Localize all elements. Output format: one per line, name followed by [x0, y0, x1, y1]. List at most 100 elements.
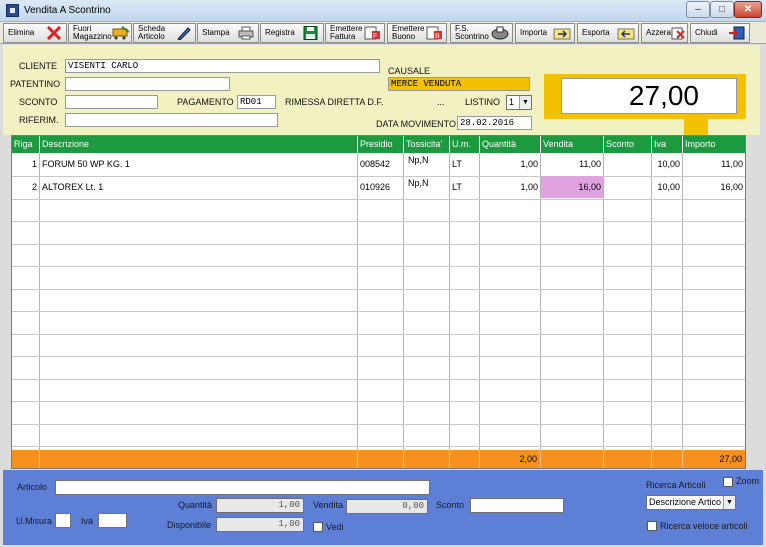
chiudi-button[interactable]: Chiudi: [690, 23, 750, 43]
cell-importo[interactable]: 16,00: [685, 177, 743, 197]
col-header-riga[interactable]: Riga: [12, 136, 40, 153]
articolo-field[interactable]: [55, 480, 430, 495]
sconto-bottom-field[interactable]: [470, 498, 564, 513]
row-divider: [12, 424, 745, 425]
cell-descrizione[interactable]: FORUM 50 WP KG. 1: [42, 154, 352, 174]
ricerca-articoli-select[interactable]: Descrizione Artico ▼: [646, 495, 736, 510]
importa-label: Importa: [520, 28, 548, 37]
riferim-label: RIFERIM.: [19, 115, 59, 125]
toolbar: Elimina Fuori Magazzino Scheda Articolo …: [0, 22, 766, 44]
emettere-buono-label: Emettere Buono: [392, 24, 425, 41]
fuori-magazzino-label: Fuori Magazzino: [73, 24, 112, 41]
listino-label: LISTINO: [465, 97, 501, 107]
cell-tossicita[interactable]: Np,N: [408, 173, 448, 193]
vedi-label: Vedi: [326, 522, 344, 532]
patentino-label: PATENTINO: [10, 79, 61, 89]
cell-importo[interactable]: 11,00: [685, 154, 743, 174]
col-header-presidio[interactable]: Presidio: [358, 136, 404, 153]
listino-value: 1: [509, 97, 515, 107]
azzera-button[interactable]: Azzera: [641, 23, 688, 43]
row-divider: [12, 199, 745, 200]
emettere-fattura-button[interactable]: Emettere Fattura F: [325, 23, 385, 43]
cell-quantita[interactable]: 1,00: [482, 177, 538, 197]
col-header-vendita[interactable]: Vendita: [541, 136, 604, 153]
esporta-button[interactable]: Esporta: [577, 23, 639, 43]
ricerca-veloce-label: Ricerca veloce articoli: [660, 521, 748, 531]
data-movimento-label: DATA MOVIMENTO: [376, 119, 457, 129]
iva-field[interactable]: [98, 513, 127, 528]
cell-sconto[interactable]: [606, 177, 649, 197]
articolo-label: Articolo: [17, 482, 48, 492]
title-bar: Vendita A Scontrino – □ ✕: [0, 0, 766, 22]
cell-quantita[interactable]: 1,00: [482, 154, 538, 174]
registra-label: Registra: [265, 28, 295, 37]
cell-descrizione[interactable]: ALTOREX Lt. 1: [42, 177, 352, 197]
listino-select[interactable]: 1 ▼: [506, 95, 532, 110]
stampa-button[interactable]: Stampa: [197, 23, 259, 43]
vendita-label: Vendita: [313, 500, 344, 510]
emettere-buono-button[interactable]: Emettere Buono B: [387, 23, 447, 43]
row-divider: [12, 221, 745, 222]
cliente-field[interactable]: VISENTI CARLO: [65, 59, 380, 73]
zoom-checkbox[interactable]: [723, 477, 733, 487]
fuori-magazzino-button[interactable]: Fuori Magazzino: [68, 23, 132, 43]
quantita-field[interactable]: 1,00: [216, 498, 304, 513]
col-header-iva[interactable]: Iva: [652, 136, 683, 153]
svg-text:B: B: [435, 33, 440, 40]
items-grid[interactable]: Riga Descrizione Presidio Tossicita' U.m…: [11, 135, 746, 469]
cell-presidio[interactable]: 008542: [360, 154, 402, 174]
col-header-sconto[interactable]: Sconto: [604, 136, 652, 153]
cell-iva[interactable]: 10,00: [654, 177, 680, 197]
sconto-field[interactable]: [65, 95, 158, 109]
total-panel-tab: [684, 119, 708, 136]
receipt-icon: [491, 26, 509, 40]
stampa-label: Stampa: [202, 28, 230, 37]
col-header-importo[interactable]: Importo: [683, 136, 745, 153]
row-divider: [12, 446, 745, 447]
cell-vendita[interactable]: 11,00: [543, 154, 601, 174]
cell-tossicita[interactable]: Np,N: [408, 150, 448, 170]
row-divider: [12, 266, 745, 267]
edit-icon: [174, 26, 192, 41]
cell-riga[interactable]: 2: [12, 177, 37, 197]
causale-field[interactable]: MERCE VENDUTA: [388, 77, 530, 91]
row-divider: [12, 334, 745, 335]
maximize-button[interactable]: □: [710, 1, 734, 18]
fs-scontrino-button[interactable]: F.S. Scontrino: [450, 23, 513, 43]
col-header-quantita[interactable]: Quantità: [480, 136, 541, 153]
close-window-button[interactable]: ✕: [734, 1, 762, 18]
vendita-field[interactable]: 0,00: [346, 499, 428, 514]
zoom-label: Zoom: [736, 476, 760, 486]
cell-iva[interactable]: 10,00: [654, 154, 680, 174]
pagamento-lookup-button[interactable]: ...: [437, 97, 445, 107]
row-divider: [12, 379, 745, 380]
cell-um[interactable]: LT: [452, 154, 478, 174]
disponibile-label: Disponibile: [167, 520, 212, 530]
minimize-button[interactable]: –: [686, 1, 710, 18]
printer-icon: [237, 26, 255, 40]
patentino-field[interactable]: [65, 77, 230, 91]
col-header-um[interactable]: U.m.: [450, 136, 480, 153]
col-header-descrizione[interactable]: Descrizione: [40, 136, 358, 153]
exit-icon: [728, 26, 746, 40]
data-movimento-field[interactable]: 28.02.2016: [457, 116, 532, 130]
scheda-articolo-button[interactable]: Scheda Articolo: [133, 23, 196, 43]
cell-sconto[interactable]: [606, 154, 649, 174]
row-divider: [12, 401, 745, 402]
riferim-field[interactable]: [65, 113, 278, 127]
cell-vendita[interactable]: 16,00: [543, 177, 601, 197]
importa-button[interactable]: Importa: [515, 23, 575, 43]
row-divider: [12, 311, 745, 312]
esporta-label: Esporta: [582, 28, 610, 37]
umisura-field[interactable]: [55, 513, 71, 528]
cell-riga[interactable]: 1: [12, 154, 37, 174]
cell-um[interactable]: LT: [452, 177, 478, 197]
pagamento-code-field[interactable]: RD01: [237, 95, 276, 109]
registra-button[interactable]: Registra: [260, 23, 324, 43]
emettere-fattura-label: Emettere Fattura: [330, 24, 363, 41]
elimina-button[interactable]: Elimina: [3, 23, 67, 43]
row-divider: [12, 289, 745, 290]
ricerca-veloce-checkbox[interactable]: [647, 521, 657, 531]
vedi-checkbox[interactable]: [313, 522, 323, 532]
cell-presidio[interactable]: 010926: [360, 177, 402, 197]
